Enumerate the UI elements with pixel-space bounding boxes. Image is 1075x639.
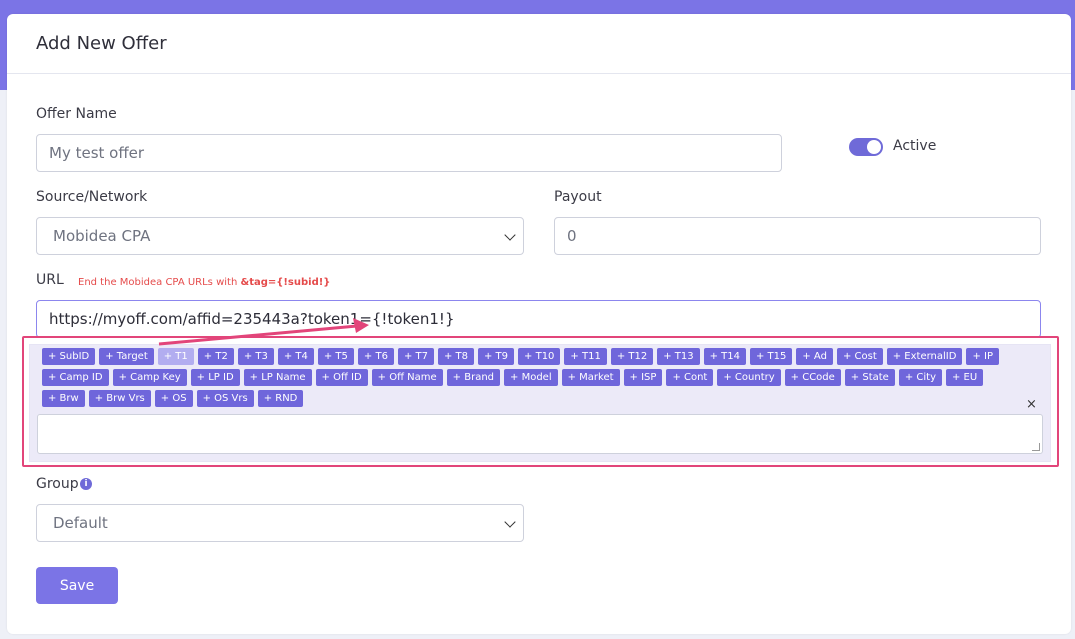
page-title: Add New Offer	[36, 33, 167, 54]
save-button[interactable]: Save	[36, 567, 118, 604]
url-label: URL	[36, 272, 64, 288]
payout-label: Payout	[554, 189, 602, 205]
offer-name-input[interactable]: My test offer	[36, 134, 782, 172]
source-network-value: Mobidea CPA	[53, 227, 151, 245]
annotation-arrow-icon	[158, 318, 369, 346]
active-toggle[interactable]	[849, 138, 883, 156]
toggle-knob	[867, 140, 881, 154]
group-label: Group	[36, 476, 79, 492]
url-hint: End the Mobidea CPA URLs with &tag={!sub…	[78, 277, 331, 288]
highlight-annotation-box	[22, 336, 1059, 467]
add-offer-card: Add New Offer Offer Name My test offer A…	[7, 14, 1071, 634]
group-select[interactable]: Default	[36, 504, 524, 542]
card-header: Add New Offer	[7, 14, 1071, 74]
payout-input[interactable]: 0	[554, 217, 1041, 255]
active-label: Active	[893, 138, 937, 154]
offer-name-label: Offer Name	[36, 106, 117, 122]
chevron-down-icon	[504, 516, 516, 528]
source-network-label: Source/Network	[36, 189, 148, 205]
source-network-select[interactable]: Mobidea CPA	[36, 217, 524, 255]
info-icon[interactable]: i	[80, 478, 92, 490]
group-value: Default	[53, 514, 108, 532]
chevron-down-icon	[504, 229, 516, 241]
